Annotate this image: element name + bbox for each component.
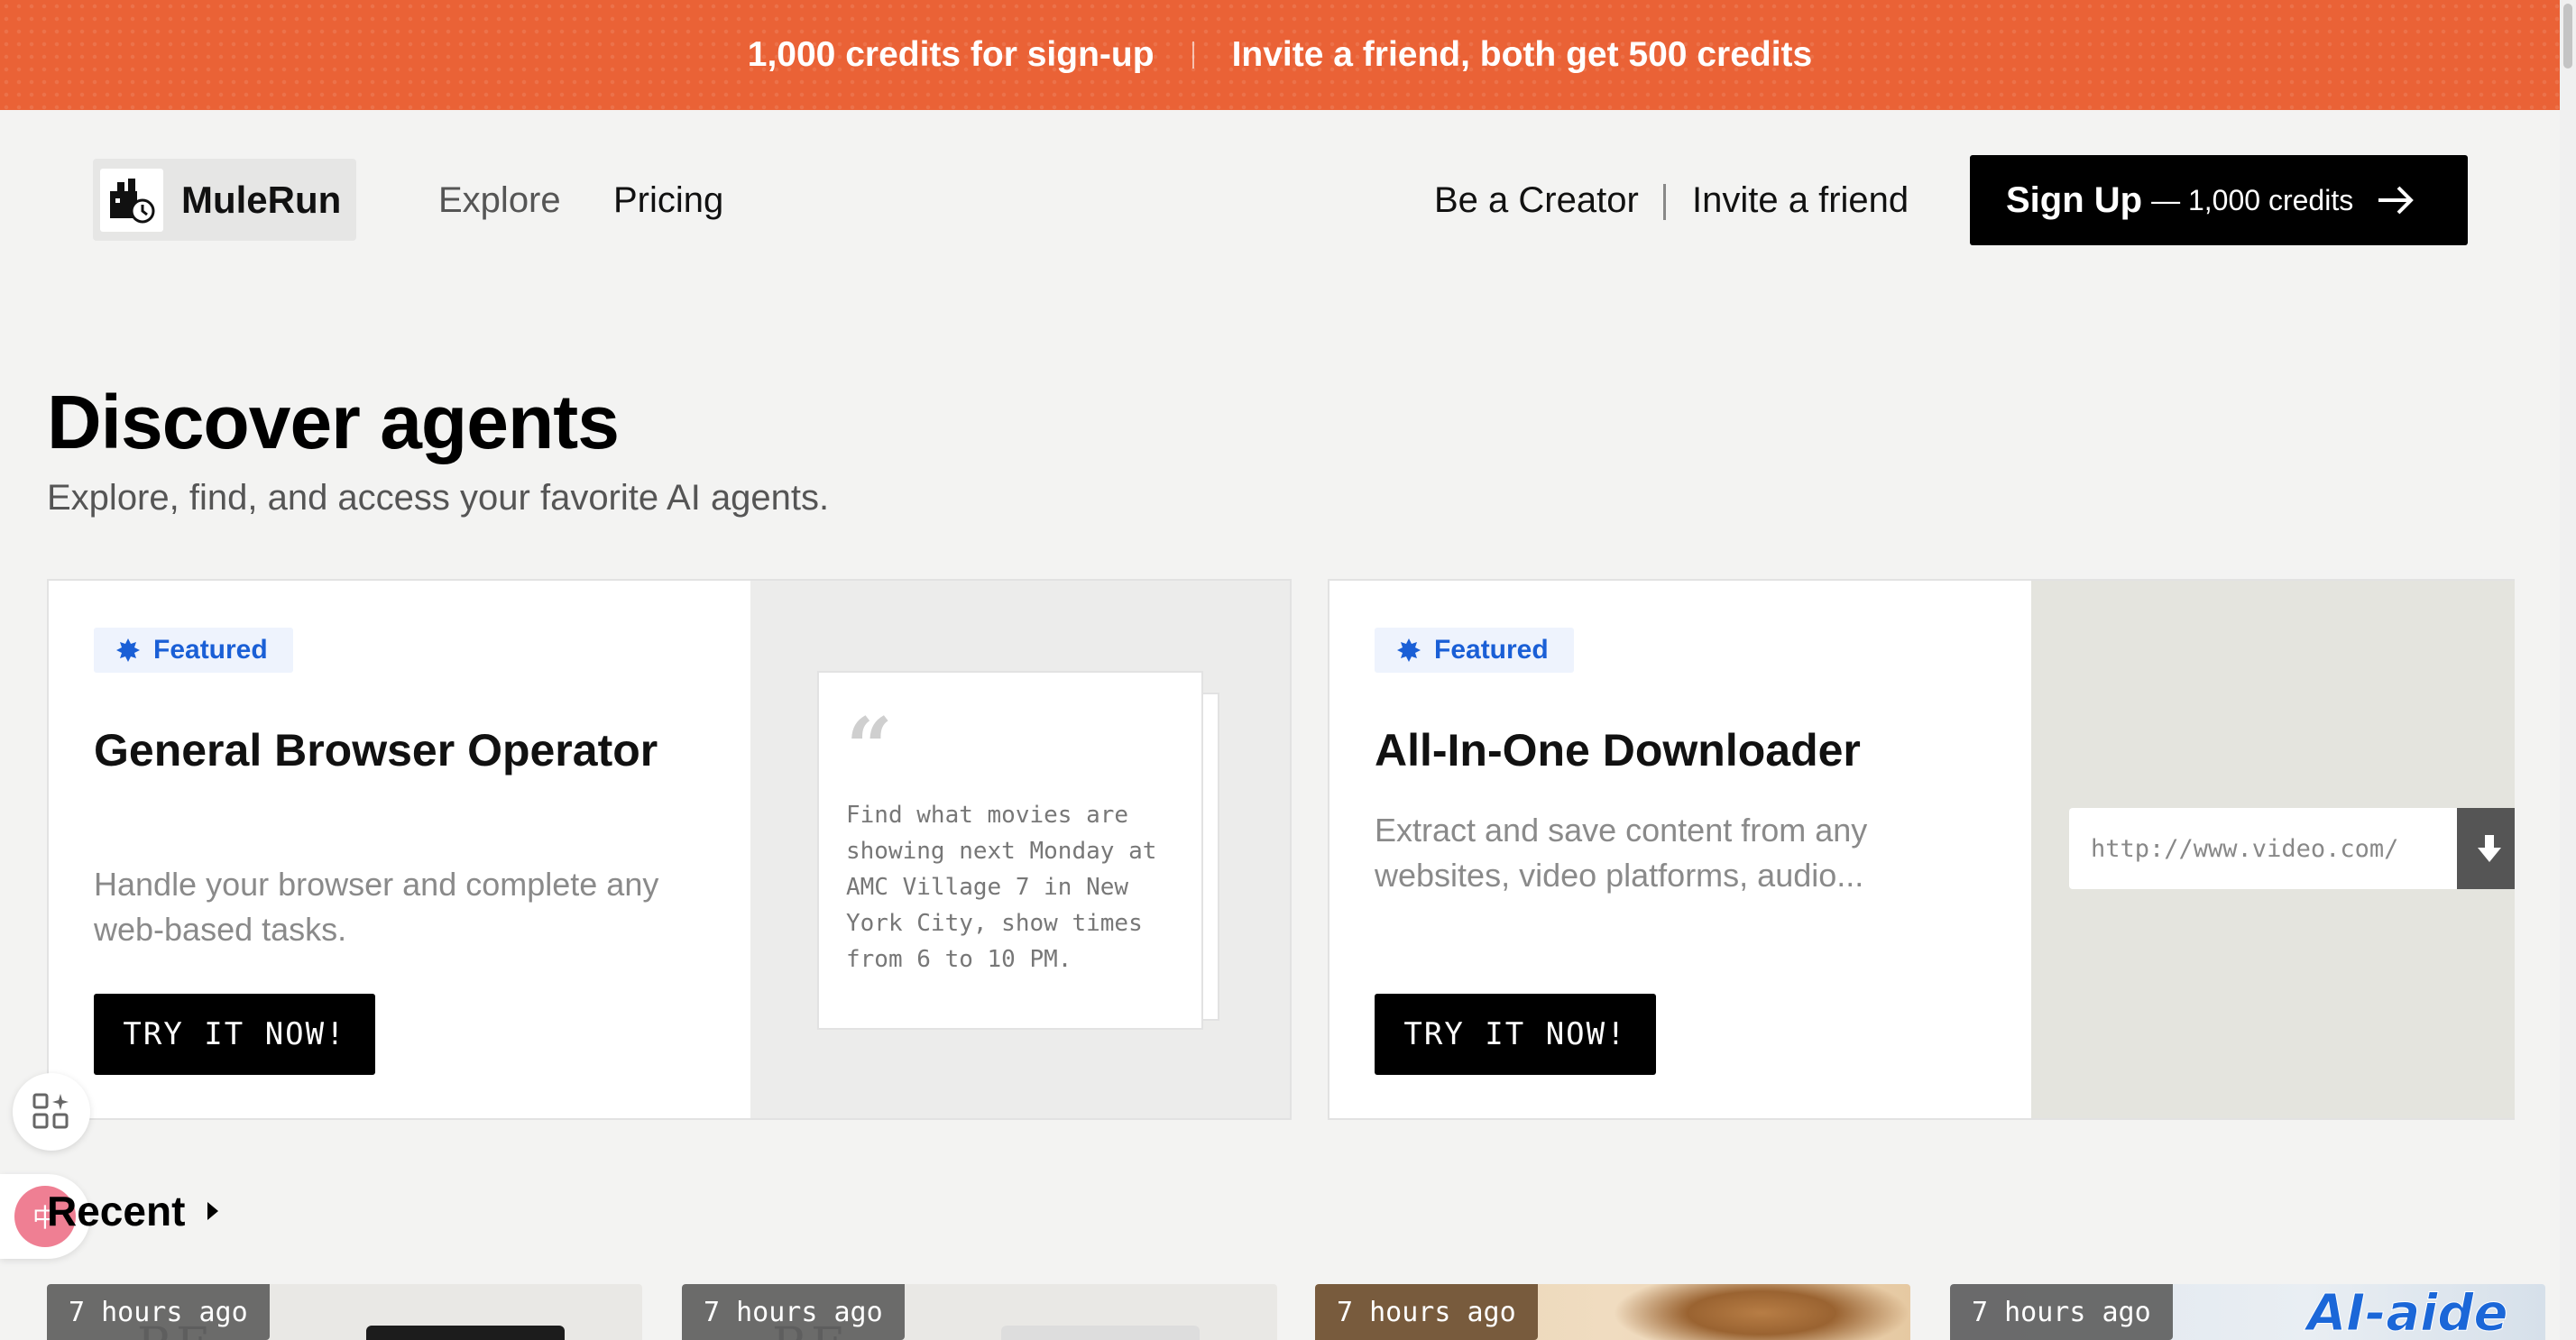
star-badge-icon <box>1397 638 1421 662</box>
card-preview: http://www.video.com/ <box>2031 581 2515 1118</box>
nav-divider <box>1663 184 1666 220</box>
example-prompt-card: “ Find what movies are showing next Mond… <box>817 671 1203 1030</box>
recent-section-header[interactable]: Recent <box>47 1187 221 1235</box>
time-badge: 7 hours ago <box>682 1284 905 1340</box>
thumbnail-logo: AI-aide <box>2306 1284 2508 1340</box>
nav-invite-friend[interactable]: Invite a friend <box>1692 177 1909 224</box>
featured-card-browser-operator[interactable]: Featured General Browser Operator Handle… <box>47 579 1292 1120</box>
quote-icon: “ <box>846 700 893 795</box>
logo-text: MuleRun <box>181 178 342 221</box>
nav-pricing[interactable]: Pricing <box>613 177 723 224</box>
try-it-now-button[interactable]: TRY IT NOW! <box>94 994 375 1075</box>
caret-right-icon <box>207 1202 219 1220</box>
signup-button[interactable]: Sign Up — 1,000 credits <box>1970 155 2468 245</box>
card-description: Handle your browser and complete any web… <box>94 866 659 948</box>
card-description: Extract and save content from any websit… <box>1375 812 1868 894</box>
signup-credits: — 1,000 credits <box>2151 183 2354 216</box>
thumbnail-image <box>366 1326 565 1340</box>
star-badge-icon <box>116 638 140 662</box>
card-preview: “ Find what movies are showing next Mond… <box>750 581 1290 1118</box>
recent-title: Recent <box>47 1188 186 1234</box>
featured-badge-label: Featured <box>1434 635 1549 665</box>
try-it-now-button[interactable]: TRY IT NOW! <box>1375 994 1656 1075</box>
card-title[interactable]: All-In-One Downloader <box>1375 723 2006 777</box>
banner-signup-offer[interactable]: 1,000 credits for sign-up <box>748 35 1155 75</box>
banner-invite-offer[interactable]: Invite a friend, both get 500 credits <box>1232 35 1813 75</box>
scrollbar[interactable] <box>2560 0 2576 1340</box>
time-badge: 7 hours ago <box>47 1284 270 1340</box>
thumbnail-image <box>1613 1284 1910 1340</box>
download-arrow-icon <box>2457 808 2515 889</box>
time-badge: 7 hours ago <box>1315 1284 1538 1340</box>
scrollbar-thumb[interactable] <box>2563 4 2572 69</box>
featured-badge: Featured <box>1375 628 1574 673</box>
page-subtitle: Explore, find, and access your favorite … <box>47 478 830 518</box>
apps-grid-icon <box>32 1093 69 1129</box>
mule-logo-icon <box>100 168 163 232</box>
nav-be-a-creator[interactable]: Be a Creator <box>1434 177 1639 224</box>
page-title: Discover agents <box>47 380 620 464</box>
banner-divider <box>1191 41 1194 69</box>
time-badge: 7 hours ago <box>1950 1284 2173 1340</box>
signup-label: Sign Up <box>2006 179 2143 220</box>
logo-link[interactable]: MuleRun <box>93 159 356 241</box>
example-prompt-text: Find what movies are showing next Monday… <box>846 802 1157 973</box>
arrow-right-icon <box>2378 186 2415 215</box>
thumbnail-image <box>1001 1326 1200 1340</box>
nav-explore[interactable]: Explore <box>438 177 561 224</box>
featured-badge-label: Featured <box>153 635 268 665</box>
featured-card-downloader[interactable]: Featured All-In-One Downloader Extract a… <box>1328 579 2515 1120</box>
featured-badge: Featured <box>94 628 293 673</box>
recent-item[interactable]: AI-aide 7 hours ago <box>1950 1284 2545 1340</box>
card-title[interactable]: General Browser Operator <box>94 723 725 777</box>
recent-item[interactable]: 7 hours ago <box>1315 1284 1910 1340</box>
promo-banner: 1,000 credits for sign-up Invite a frien… <box>0 0 2560 110</box>
recent-item[interactable]: RE 7 hours ago <box>47 1284 642 1340</box>
apps-widget-button[interactable] <box>13 1073 90 1151</box>
recent-item[interactable]: RE 7 hours ago <box>682 1284 1277 1340</box>
url-input-preview: http://www.video.com/ <box>2069 808 2457 889</box>
